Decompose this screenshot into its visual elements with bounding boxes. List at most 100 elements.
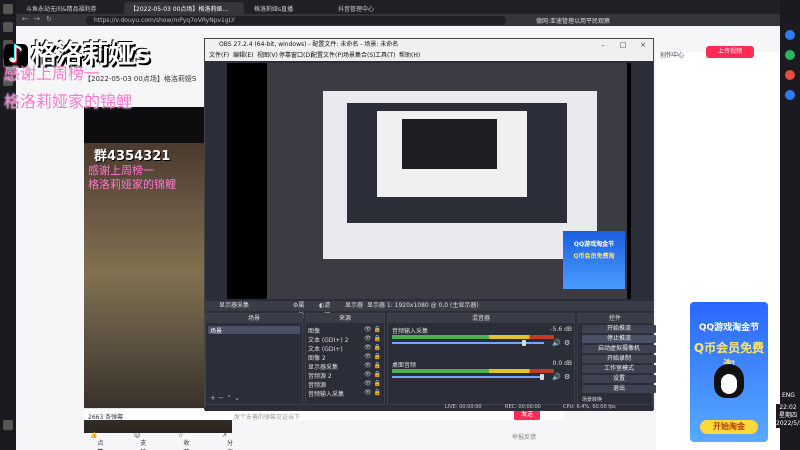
app-icon[interactable] (785, 30, 795, 40)
properties-button[interactable]: ⚙ 属性 (293, 301, 304, 319)
source-toolbar: 显示器采集 ⚙ 属性 ◐ 滤镜 显示器 显示器 1: 1920x1080 @ 0… (205, 301, 653, 319)
action-bar: 👍 点赞 ☺ 支持 ☆ 收藏 ↗ 分享 举报反馈 (84, 426, 564, 450)
audio-meter (392, 335, 554, 339)
system-clock[interactable]: 22:02 星期四 2022/5/5 (776, 404, 800, 428)
scenes-dock-header: 场景 (206, 314, 302, 323)
app-icon[interactable] (785, 70, 795, 80)
mixer-track-db: 0.0 dB (552, 360, 572, 367)
app-icon[interactable] (785, 90, 795, 100)
menu-scene-collection[interactable]: 场景集合(S) (343, 51, 376, 61)
source-item[interactable]: 音频源 👁 🔒 (308, 380, 386, 389)
scene-add-icon[interactable]: + − ⌃ ⌄ (210, 394, 240, 402)
danmaku-input[interactable]: 发个友善的弹幕见证当下 (234, 412, 300, 421)
send-button[interactable]: 发送 (514, 410, 540, 420)
source-item[interactable]: 显示器采集 👁 🔒 (308, 362, 386, 371)
ad-cta-button[interactable]: 开始淘金 (700, 420, 758, 434)
like-button[interactable]: 👍 点赞 (90, 432, 104, 450)
right-app-rail: ENG (780, 0, 800, 450)
mixer-track-name: 音频输入采集 (392, 328, 429, 335)
danmaku-count: 2663 条弹幕 (88, 414, 124, 421)
reload-icon[interactable]: ↻ (46, 15, 52, 23)
app-icon[interactable] (3, 22, 13, 32)
menu-help[interactable]: 帮助(H) (399, 51, 420, 61)
url-input[interactable]: https://v.douyu.com/show/mPyq7oVRyNpv1gL… (86, 16, 506, 25)
thanks-text-line-2: 格洛莉娅家的锦鲤 (4, 92, 133, 111)
thanks-text-line-1: 感谢上周榜一 (4, 64, 101, 83)
wechat-icon[interactable] (785, 50, 795, 60)
transitions-tab[interactable]: 场景转换 (582, 396, 602, 403)
menu-docks[interactable]: 停靠窗口(D) (279, 51, 312, 61)
menu-view[interactable]: 视图(V) (257, 51, 278, 61)
audio-meter (392, 369, 554, 373)
start-recording-button[interactable]: 开始录制 (582, 355, 656, 363)
mixer-track: 音频输入采集 -5.6 dB 🔊 ⚙ (392, 326, 572, 352)
menu-tools[interactable]: 工具(T) (375, 51, 395, 61)
gear-icon[interactable]: ⚙ (564, 373, 570, 381)
back-icon[interactable]: ← (22, 15, 28, 23)
live-timer: LIVE: 00:00:00 (445, 404, 482, 410)
forward-icon[interactable]: → (34, 15, 40, 23)
menu-file[interactable]: 文件(F) (209, 51, 229, 61)
scenes-dock: 场景 场景 + − ⌃ ⌄ (205, 313, 303, 405)
close-icon[interactable]: × (633, 39, 653, 51)
source-item[interactable]: 图像 👁 🔒 (308, 326, 386, 335)
settings-button[interactable]: 设置 (582, 375, 656, 383)
tab-bar: 斗鱼永劫无间&精品福利券 【2022-05-03 00点场】格洛莉娅... 格洛… (16, 0, 780, 14)
obs-title-bar: OBS 27.2.4 (64-bit, windows) - 配置文件: 未命名… (205, 39, 653, 51)
scene-item[interactable]: 场景 (208, 326, 300, 335)
gear-icon[interactable]: ⚙ (564, 339, 570, 347)
report-link[interactable]: 举报反馈 (512, 432, 536, 441)
volume-slider[interactable] (392, 374, 544, 380)
controls-dock-header: 控件 (578, 314, 652, 323)
tab-active[interactable]: 【2022-05-03 00点场】格洛莉娅... (124, 2, 244, 14)
creator-center-link[interactable]: 创作中心 (660, 50, 684, 59)
share-button[interactable]: ↗ 分享 (222, 432, 233, 450)
qq-game-ad[interactable]: QQ游戏淘金节 Q币会员免费淘 开始淘金 (690, 302, 768, 442)
stop-streaming-button[interactable]: 停止推流 (582, 335, 656, 343)
filters-button[interactable]: ◐ 滤镜 (319, 301, 330, 319)
menu-edit[interactable]: 编辑(E) (233, 51, 253, 61)
studio-mode-button[interactable]: 工作室模式 (582, 365, 656, 373)
display-select[interactable]: 显示器 1: 1920x1080 @ 0,0 (主显示器) (367, 301, 479, 311)
app-icon[interactable] (3, 4, 13, 14)
speaker-icon[interactable]: 🔊 (552, 339, 561, 347)
source-item[interactable]: 音频输入采集 👁 🔒 (308, 389, 386, 398)
source-item[interactable]: 图像 2 👁 🔒 (308, 353, 386, 362)
address-bar: ← → ↻ https://v.douyu.com/show/mPyq7oVRy… (16, 14, 780, 26)
speaker-icon[interactable]: 🔊 (552, 373, 561, 381)
settings-icon[interactable] (3, 420, 13, 430)
exit-button[interactable]: 退出 (582, 385, 656, 393)
minimize-icon[interactable]: – (593, 39, 613, 51)
sources-dock-header: 来源 (306, 314, 384, 323)
tab[interactable]: 斗鱼永劫无间&精品福利券 (20, 2, 120, 14)
mixer-track: 桌面音频 0.0 dB 🔊 ⚙ (392, 360, 572, 386)
desktop: 斗鱼永劫无间&精品福利券 【2022-05-03 00点场】格洛莉娅... 格洛… (0, 0, 800, 450)
ime-indicator[interactable]: ENG (782, 392, 795, 399)
source-item[interactable]: 音频源 2 👁 🔒 (308, 371, 386, 380)
start-virtual-camera-button[interactable]: 启动虚拟摄像机 (582, 345, 656, 353)
controls-dock: 控件 开始推流 停止推流 启动虚拟摄像机 开始录制 工作室模式 设置 退出 场景… (577, 313, 656, 405)
obs-preview[interactable]: QQ游戏淘金节 Q币会员免费淘 (227, 63, 631, 299)
obs-menu-bar: 文件(F) 编辑(E) 视图(V) 停靠窗口(D) 配置文件(P) 场景集合(S… (205, 51, 653, 61)
start-streaming-button[interactable]: 开始推流 (582, 325, 656, 333)
tab[interactable]: 格洛莉娅s直播 (248, 2, 328, 14)
collect-button[interactable]: ☆ 收藏 (178, 432, 189, 450)
display-label: 显示器 (345, 302, 364, 309)
preview-nested-capture (402, 119, 497, 169)
obs-window: OBS 27.2.4 (64-bit, windows) - 配置文件: 未命名… (204, 38, 656, 411)
support-button[interactable]: ☺ 支持 (134, 432, 146, 450)
penguin-mascot-icon (714, 364, 744, 398)
volume-slider[interactable] (392, 340, 544, 346)
ad-headline: QQ游戏淘金节 (698, 323, 760, 333)
preview-ad-banner: QQ游戏淘金节 Q币会员免费淘 (563, 231, 625, 289)
tab[interactable]: 抖音管理中心 (332, 2, 412, 14)
source-item[interactable]: 文本 (GDI+) 👁 🔒 (308, 344, 386, 353)
sources-dock: 来源 图像 👁 🔒 文本 (GDI+) 2 👁 🔒 文本 (GDI+) 👁 🔒 图像 … (305, 313, 385, 405)
mixer-track-name: 桌面音频 (392, 362, 417, 369)
mixer-dock: 混音器 音频输入采集 -5.6 dB 🔊 ⚙ 桌面音频 0.0 dB 🔊 ⚙ (387, 313, 575, 405)
selected-source-label: 显示器采集 (219, 302, 250, 309)
upload-video-button[interactable]: 上传视频 (706, 46, 754, 58)
source-item[interactable]: 文本 (GDI+) 2 👁 🔒 (308, 335, 386, 344)
maximize-icon[interactable]: □ (613, 39, 633, 51)
menu-profile[interactable]: 配置文件(P) (311, 51, 343, 61)
